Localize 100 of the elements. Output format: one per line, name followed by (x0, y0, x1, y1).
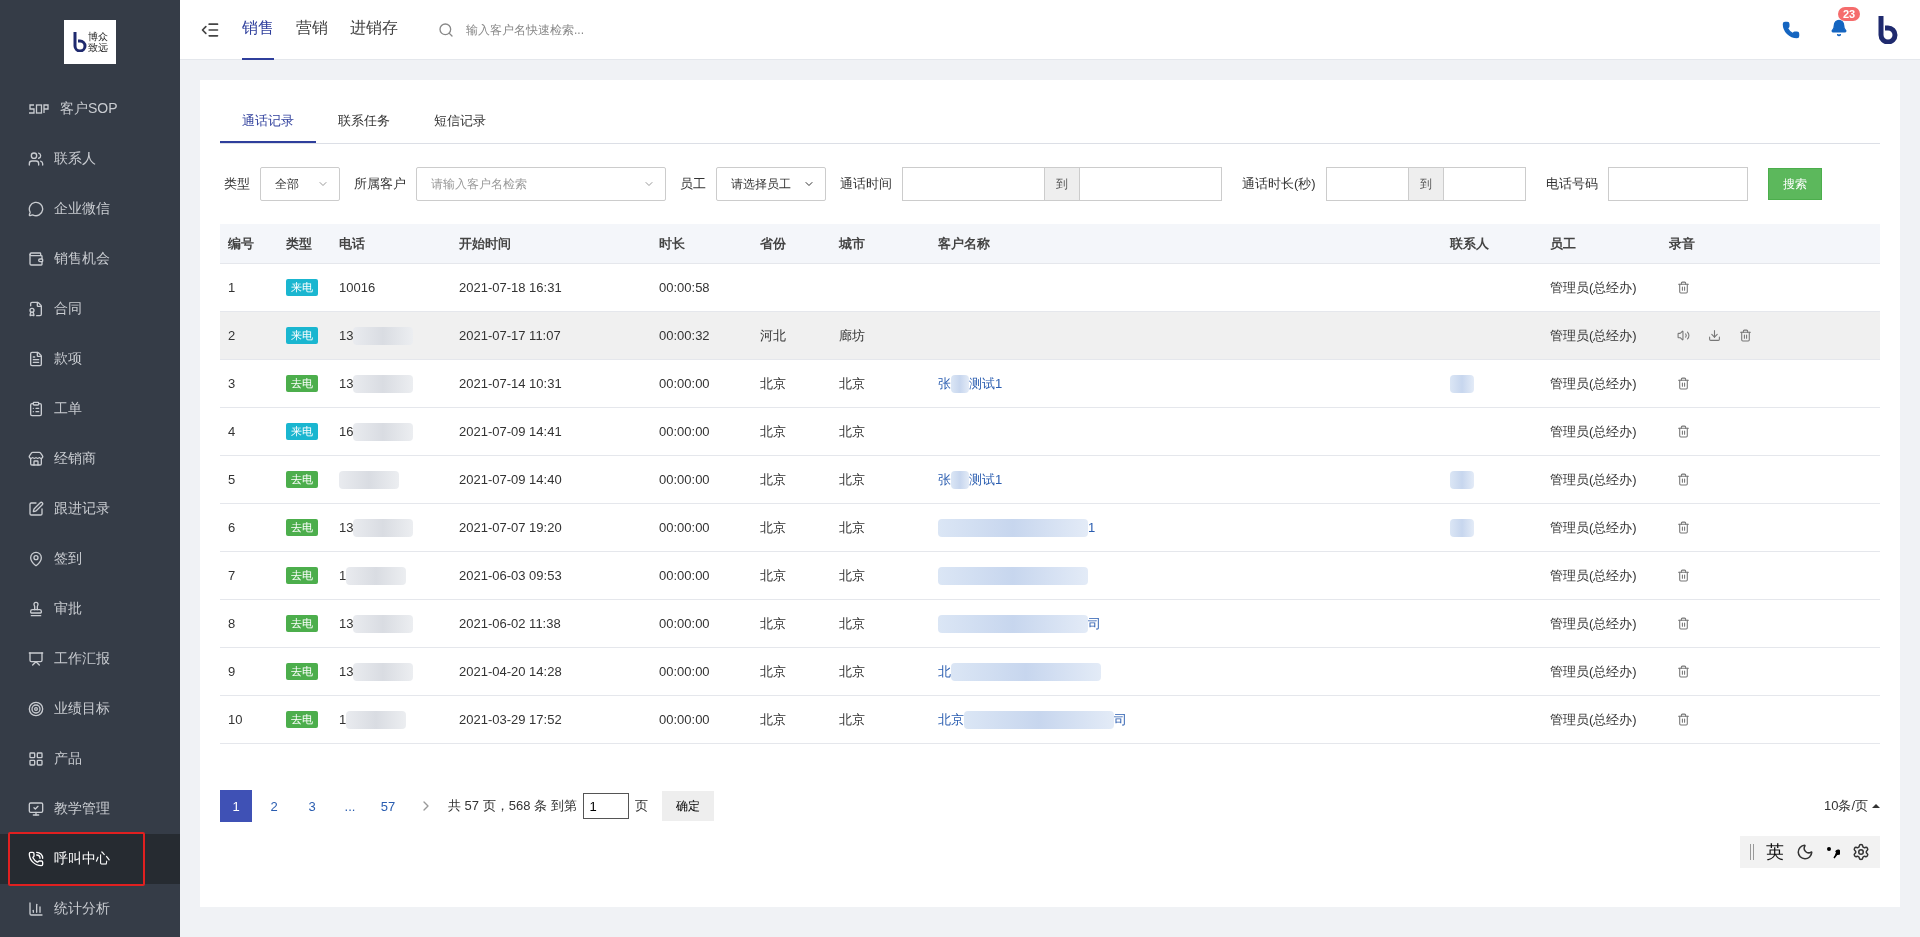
trash-icon[interactable] (1677, 713, 1690, 726)
sidebar-item[interactable]: 工作汇报 (0, 634, 180, 684)
blurred-block (951, 374, 969, 393)
target-icon (28, 701, 44, 717)
customer-link[interactable]: 测试1 (969, 374, 1003, 393)
customer-link[interactable]: 司 (1088, 614, 1101, 633)
table-cell-text: 北京 (759, 566, 787, 585)
page-size-select[interactable]: 10条/页 (1823, 797, 1880, 815)
top-tab[interactable]: 营销 (296, 0, 328, 60)
table-cell-text: 10 (227, 712, 244, 727)
sidebar-item[interactable]: 跟进记录 (0, 484, 180, 534)
customer-link[interactable]: 北京 (938, 710, 964, 729)
page-button[interactable]: ... (334, 790, 366, 822)
column-header: 联系人 (1449, 234, 1490, 253)
customer-link[interactable]: 张 (938, 374, 951, 393)
search-icon (438, 21, 454, 38)
page-jump-field[interactable]: 1 (582, 793, 629, 819)
sidebar-item[interactable]: 产品 (0, 734, 180, 784)
speaker-icon[interactable] (1677, 329, 1690, 342)
table-cell-text: 6 (227, 520, 237, 535)
trash-icon[interactable] (1677, 281, 1690, 294)
moon-icon[interactable] (1796, 843, 1814, 861)
trash-icon[interactable] (1677, 521, 1690, 534)
column-header: 录音 (1668, 234, 1696, 253)
column-header: 客户名称 (937, 234, 991, 253)
page-button[interactable]: 2 (258, 790, 290, 822)
blurred-block (339, 470, 399, 489)
sidebar-item[interactable]: 统计分析 (0, 884, 180, 934)
map-pin-icon (28, 551, 44, 567)
phone-icon[interactable] (1782, 20, 1800, 39)
confirm-button[interactable]: 确定 (661, 791, 714, 821)
sidebar-item[interactable]: 联系人 (0, 134, 180, 184)
table-cell-text: 北京 (759, 614, 787, 633)
sidebar-item[interactable]: 款项 (0, 334, 180, 384)
customer-link[interactable]: 张 (938, 470, 951, 489)
customer-link[interactable]: 北 (938, 662, 951, 681)
filter-label: 所属客户 (354, 175, 406, 193)
tab[interactable]: 短信记录 (412, 100, 508, 143)
customer-link[interactable]: 司 (1114, 710, 1127, 729)
sidebar-item[interactable]: 教学管理 (0, 784, 180, 834)
customer-link[interactable]: 1 (1088, 520, 1096, 535)
top-tab[interactable]: 销售 (242, 0, 274, 60)
tab[interactable]: 联系任务 (316, 100, 412, 143)
sidebar-item[interactable]: 企业微信 (0, 184, 180, 234)
table-cell-text: 管理员(总经办) (1549, 278, 1638, 297)
page-button[interactable]: 3 (296, 790, 328, 822)
duration-range-field[interactable]: 到 (1325, 167, 1526, 201)
document-icon (28, 351, 44, 367)
sidebar-item[interactable]: 呼叫中心 (0, 834, 180, 884)
table-cell-text: 00:00:00 (658, 664, 711, 679)
sidebar-item[interactable]: 业绩目标 (0, 684, 180, 734)
sidebar-item[interactable]: 经销商 (0, 434, 180, 484)
table-cell-text: 2021-06-03 09:53 (458, 568, 563, 583)
punctuation-icon[interactable] (1826, 844, 1840, 860)
logo-icon[interactable] (1878, 15, 1900, 44)
filter-label: 通话时长(秒) (1242, 175, 1316, 193)
trash-icon[interactable] (1677, 473, 1690, 486)
call-type-tag: 来电 (286, 279, 318, 296)
settings-icon[interactable] (1852, 843, 1870, 861)
sidebar-item[interactable]: 审批 (0, 584, 180, 634)
trash-icon[interactable] (1677, 377, 1690, 390)
grid-icon (28, 751, 44, 767)
sidebar-item[interactable]: 客户SOP (0, 84, 180, 134)
clipboard-icon (28, 401, 44, 417)
trash-icon[interactable] (1677, 425, 1690, 438)
sidebar-item[interactable]: 工单 (0, 384, 180, 434)
trash-icon[interactable] (1677, 665, 1690, 678)
table-cell-text: 7 (227, 568, 237, 583)
table-cell-text: 00:00:00 (658, 616, 711, 631)
table-cell-text: 管理员(总经办) (1549, 518, 1638, 537)
table-row[interactable]: 2 来电 13 2021-07-17 11:07 00:00:32 河北 廊坊 管理员(总经办) (220, 312, 1880, 360)
top-tab[interactable]: 进销存 (350, 0, 398, 60)
trash-icon[interactable] (1677, 617, 1690, 630)
bell-icon[interactable] (1830, 19, 1848, 37)
tab[interactable]: 通话记录 (220, 100, 316, 143)
filter-label: 电话号码 (1545, 175, 1598, 193)
table-cell-text: 北京 (759, 518, 787, 537)
sidebar-item[interactable]: 销售机会 (0, 234, 180, 284)
monitor-icon (28, 801, 44, 817)
staff-select[interactable]: 请选择员工 (716, 167, 826, 201)
time-range-field[interactable]: 到 (902, 167, 1222, 201)
table-cell-text: 2021-07-07 19:20 (458, 520, 563, 535)
phone-field[interactable] (1607, 167, 1748, 201)
page-button[interactable]: 57 (372, 790, 404, 822)
trash-icon[interactable] (1677, 569, 1690, 582)
phone-icon (28, 851, 44, 867)
blurred-block (1450, 518, 1474, 537)
table-cell-text: 管理员(总经办) (1549, 326, 1638, 345)
table-cell-text: 北京 (838, 518, 866, 537)
page-button[interactable]: 1 (220, 790, 252, 822)
sidebar-item[interactable]: 合同 (0, 284, 180, 334)
sidebar-item[interactable]: 签到 (0, 534, 180, 584)
table-cell-text: 00:00:00 (658, 472, 711, 487)
language-toggle[interactable]: 英 (1766, 840, 1784, 864)
download-icon[interactable] (1708, 329, 1721, 342)
table-cell-text: 北京 (838, 374, 866, 393)
type-select[interactable]: 全部 (260, 167, 340, 201)
trash-icon[interactable] (1739, 329, 1752, 342)
customer-link[interactable]: 测试1 (969, 470, 1003, 489)
table-cell-text: 00:00:58 (658, 280, 711, 295)
